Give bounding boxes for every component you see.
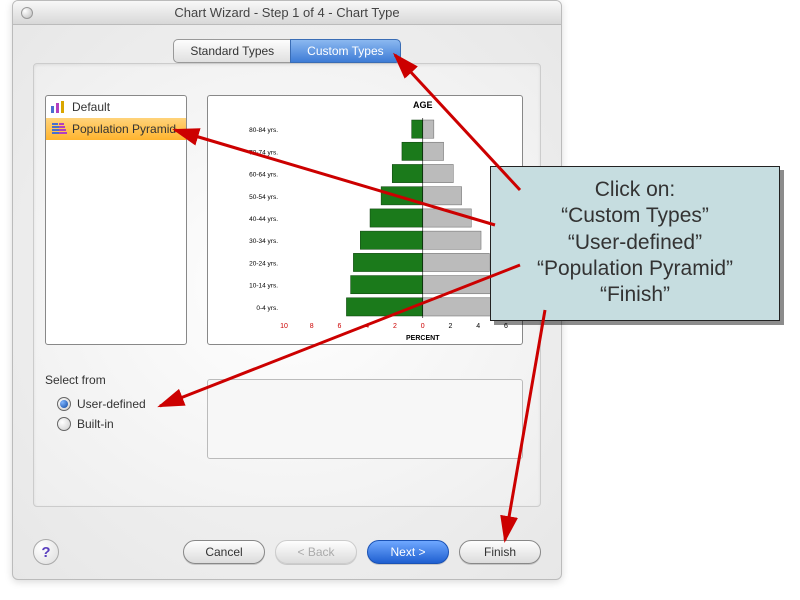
svg-text:40-44 yrs.: 40-44 yrs. <box>249 216 278 223</box>
radio-user-defined[interactable]: User-defined <box>57 397 146 411</box>
instruction-callout: Click on: “Custom Types” “User-defined” … <box>490 166 780 321</box>
svg-text:80-84 yrs.: 80-84 yrs. <box>249 127 278 134</box>
help-icon[interactable]: ? <box>33 539 59 565</box>
list-item[interactable]: Default <box>46 96 186 118</box>
button-row: ? Cancel < Back Next > Finish <box>13 539 561 565</box>
chart-type-list[interactable]: Default Population Pyramid <box>45 95 187 345</box>
tab-standard-types[interactable]: Standard Types <box>173 39 291 63</box>
svg-text:4: 4 <box>365 323 369 330</box>
svg-text:2: 2 <box>449 323 453 330</box>
svg-text:8: 8 <box>310 323 314 330</box>
next-button[interactable]: Next > <box>367 540 449 564</box>
population-pyramid-chart: AGE 80-84 yrs. 70-74 yrs. 60-64 yrs. 50-54 y… <box>208 96 523 345</box>
list-item-label: Population Pyramid <box>72 122 176 136</box>
radio-label: Built-in <box>77 417 114 431</box>
chart-wizard-window: Chart Wizard - Step 1 of 4 - Chart Type … <box>12 0 562 580</box>
callout-line: Click on: <box>497 177 773 203</box>
svg-text:0-4 yrs.: 0-4 yrs. <box>256 305 278 312</box>
svg-text:PERCENT: PERCENT <box>406 335 440 342</box>
radio-icon <box>57 397 71 411</box>
radio-label: User-defined <box>77 397 146 411</box>
svg-text:70-74 yrs.: 70-74 yrs. <box>249 149 278 156</box>
svg-text:30-34 yrs.: 30-34 yrs. <box>249 238 278 245</box>
callout-line: “Finish” <box>497 282 773 308</box>
svg-text:50-54 yrs.: 50-54 yrs. <box>249 194 278 201</box>
svg-text:4: 4 <box>476 323 480 330</box>
select-from-label: Select from <box>45 373 106 387</box>
callout-line: “Population Pyramid” <box>497 256 773 282</box>
radio-icon <box>57 417 71 431</box>
description-box <box>207 379 523 459</box>
cancel-button[interactable]: Cancel <box>183 540 265 564</box>
tab-custom-types[interactable]: Custom Types <box>290 39 400 63</box>
callout-line: “User-defined” <box>497 230 773 256</box>
svg-text:60-64 yrs.: 60-64 yrs. <box>249 172 278 179</box>
list-item-label: Default <box>72 100 110 114</box>
tab-row: Standard Types Custom Types <box>13 39 561 63</box>
svg-text:10: 10 <box>280 323 288 330</box>
finish-button[interactable]: Finish <box>459 540 541 564</box>
radio-built-in[interactable]: Built-in <box>57 417 146 431</box>
sample-preview: AGE 80-84 yrs. 70-74 yrs. 60-64 yrs. 50-54 y… <box>207 95 523 345</box>
back-button[interactable]: < Back <box>275 540 357 564</box>
callout-line: “Custom Types” <box>497 203 773 229</box>
svg-text:0: 0 <box>421 323 425 330</box>
window-title: Chart Wizard - Step 1 of 4 - Chart Type <box>174 5 399 20</box>
svg-text:10-14 yrs.: 10-14 yrs. <box>249 283 278 290</box>
select-from-group: User-defined Built-in <box>57 397 146 431</box>
svg-text:6: 6 <box>338 323 342 330</box>
titlebar: Chart Wizard - Step 1 of 4 - Chart Type <box>13 1 561 25</box>
bar-chart-icon <box>50 100 68 114</box>
list-item[interactable]: Population Pyramid <box>46 118 186 140</box>
pyramid-icon <box>50 122 68 136</box>
svg-text:20-24 yrs.: 20-24 yrs. <box>249 260 278 267</box>
svg-text:AGE: AGE <box>413 100 433 110</box>
close-icon[interactable] <box>21 7 33 19</box>
svg-text:2: 2 <box>393 323 397 330</box>
svg-text:6: 6 <box>504 323 508 330</box>
